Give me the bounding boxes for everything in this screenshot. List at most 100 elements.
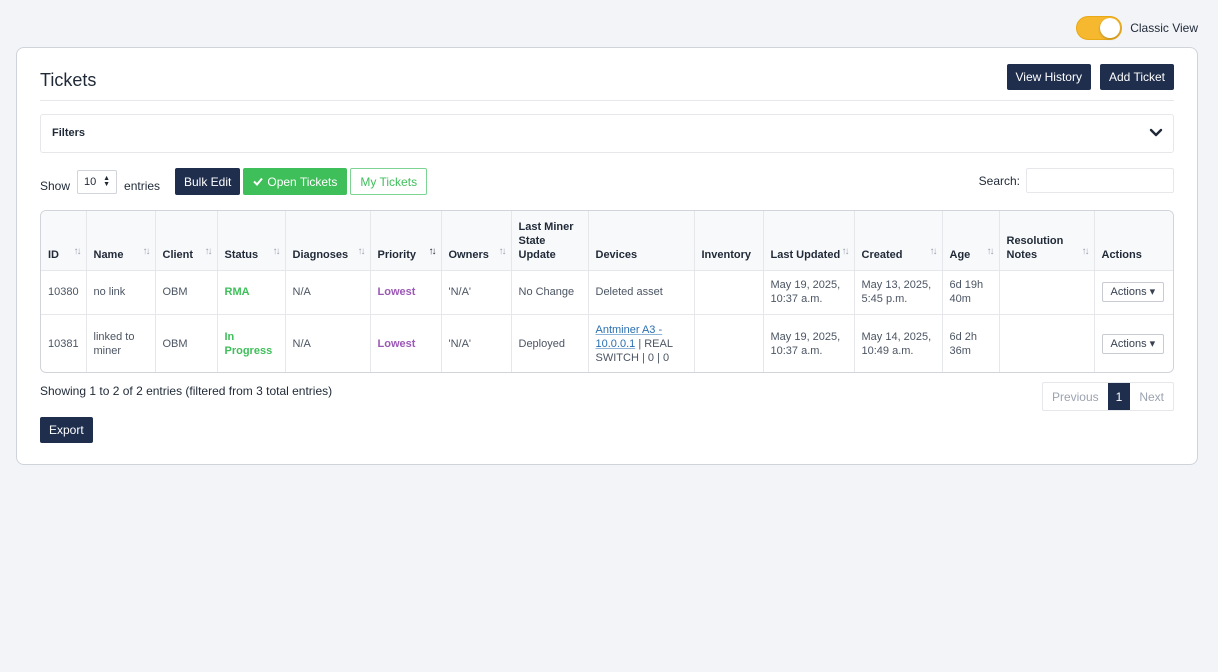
sort-icon: ↑↓	[986, 246, 995, 257]
add-ticket-button[interactable]: Add Ticket	[1099, 64, 1174, 90]
cell-last-miner-state: No Change	[511, 270, 589, 315]
sort-icon: ↑↓	[142, 246, 151, 257]
col-header-actions: Actions	[1094, 211, 1173, 271]
column-label: Devices	[595, 248, 638, 261]
entries-select-value: 10	[84, 176, 97, 188]
col-header-inventory: Inventory	[694, 211, 764, 271]
sort-icon: ↑↓	[357, 246, 366, 257]
cell-age: 6d 2h 36m	[942, 314, 1000, 372]
classic-view-toggle-wrap: Classic View	[1076, 16, 1198, 40]
col-header-priority[interactable]: Priority ↑↓	[370, 211, 442, 271]
cell-inventory	[694, 270, 764, 315]
col-header-resolution-notes[interactable]: Resolution Notes ↑↓	[999, 211, 1095, 271]
cell-id: 10381	[41, 314, 87, 372]
open-tickets-button[interactable]: Open Tickets	[243, 168, 348, 195]
cell-inventory	[694, 314, 764, 372]
entries-select[interactable]: 10 ▲ ▼	[77, 170, 118, 194]
tickets-table: ID ↑↓ Name ↑↓ Client ↑↓ Status ↑↓ Diagnoses ↑…	[41, 211, 1173, 372]
column-label: Diagnoses	[292, 248, 349, 261]
actions-label: Actions	[1110, 286, 1147, 298]
col-header-name[interactable]: Name ↑↓	[86, 211, 156, 271]
cell-owners: 'N/A'	[441, 314, 512, 372]
column-label: ID	[48, 248, 59, 261]
column-label: Status	[224, 248, 259, 261]
table-row[interactable]: 10381 linked to miner OBM In Progress N/…	[41, 314, 1173, 372]
page-title: Tickets	[40, 70, 97, 90]
col-header-id[interactable]: ID ↑↓	[41, 211, 87, 271]
cell-diagnoses: N/A	[285, 314, 371, 372]
col-header-diagnoses[interactable]: Diagnoses ↑↓	[285, 211, 371, 271]
search-input[interactable]	[1026, 168, 1174, 193]
col-header-client[interactable]: Client ↑↓	[155, 211, 218, 271]
cell-created: May 13, 2025, 5:45 p.m.	[854, 270, 943, 315]
column-label: Created	[861, 248, 903, 261]
col-header-owners[interactable]: Owners ↑↓	[441, 211, 512, 271]
toggle-knob	[1100, 18, 1121, 38]
filters-panel[interactable]: Filters	[40, 114, 1174, 153]
sort-icon: ↑↓	[204, 246, 213, 257]
entries-label: entries	[124, 179, 161, 193]
card-header: Tickets View History Add Ticket	[40, 64, 1174, 101]
entries-length: Show 10 ▲ ▼ entries	[40, 170, 161, 198]
device-text: Deleted asset	[595, 286, 663, 298]
tickets-table-wrap: ID ↑↓ Name ↑↓ Client ↑↓ Status ↑↓ Diagnoses ↑…	[40, 210, 1174, 373]
cell-client: OBM	[155, 270, 218, 315]
pagination-page-1[interactable]: 1	[1107, 383, 1131, 410]
sort-icon: ↑↓	[73, 246, 82, 257]
cell-owners: 'N/A'	[441, 270, 512, 315]
sort-icon: ↑↓	[1081, 246, 1090, 257]
column-label: Name	[93, 248, 124, 261]
col-header-created[interactable]: Created ↑↓	[854, 211, 943, 271]
column-label: Actions	[1101, 248, 1142, 261]
col-header-last-updated[interactable]: Last Updated ↑↓	[763, 211, 855, 271]
actions-dropdown-button[interactable]: Actions ▾	[1101, 282, 1165, 302]
pagination-previous[interactable]: Previous	[1043, 383, 1108, 410]
column-label: Age	[949, 248, 971, 261]
search-box: Search:	[979, 168, 1174, 193]
cell-devices: Antminer A3 - 10.0.0.1 | REAL SWITCH | 0…	[588, 314, 695, 372]
cell-actions: Actions ▾	[1094, 270, 1173, 315]
sort-icon: ↑↓	[498, 246, 507, 257]
open-tickets-label: Open Tickets	[267, 174, 338, 189]
cell-priority: Lowest	[370, 314, 442, 372]
filters-label: Filters	[52, 127, 86, 139]
cell-priority: Lowest	[370, 270, 442, 315]
check-icon	[253, 177, 264, 186]
cell-client: OBM	[155, 314, 218, 372]
cell-name: linked to miner	[86, 314, 156, 372]
pagination-next[interactable]: Next	[1130, 383, 1173, 410]
caret-down-icon: ▾	[1149, 337, 1156, 350]
cell-devices: Deleted asset	[588, 270, 695, 315]
tickets-card: Tickets View History Add Ticket Filters …	[16, 47, 1198, 465]
column-label: Client	[162, 248, 194, 261]
table-header-row: ID ↑↓ Name ↑↓ Client ↑↓ Status ↑↓ Diagnoses ↑…	[41, 211, 1173, 271]
export-button[interactable]: Export	[40, 417, 93, 443]
cell-id: 10380	[41, 270, 87, 315]
show-label: Show	[40, 179, 71, 193]
column-label: Last Miner State Update	[518, 220, 574, 261]
actions-label: Actions	[1110, 337, 1147, 350]
column-label: Resolution Notes	[1006, 234, 1064, 261]
table-row[interactable]: 10380 no link OBM RMA N/A Lowest 'N/A' N…	[41, 270, 1173, 315]
view-history-button[interactable]: View History	[1006, 64, 1091, 90]
col-header-status[interactable]: Status ↑↓	[217, 211, 286, 271]
sort-desc-icon: ↑↓	[428, 246, 437, 257]
table-info: Showing 1 to 2 of 2 entries (filtered fr…	[40, 384, 333, 398]
classic-view-toggle[interactable]	[1076, 16, 1123, 40]
pagination: Previous 1 Next	[1041, 382, 1174, 411]
cell-last-updated: May 19, 2025, 10:37 a.m.	[763, 314, 855, 372]
classic-view-label: Classic View	[1130, 21, 1198, 35]
column-label: Priority	[377, 248, 417, 261]
cell-name: no link	[86, 270, 156, 315]
chevron-down-icon[interactable]	[1149, 128, 1163, 138]
cell-resolution-notes	[999, 314, 1095, 372]
col-header-age[interactable]: Age ↑↓	[942, 211, 1000, 271]
cell-resolution-notes	[999, 270, 1095, 315]
actions-dropdown-button[interactable]: Actions ▾	[1101, 333, 1165, 354]
col-header-devices: Devices	[588, 211, 695, 271]
cell-status: In Progress	[217, 314, 286, 372]
my-tickets-button[interactable]: My Tickets	[350, 168, 428, 195]
cell-last-updated: May 19, 2025, 10:37 a.m.	[763, 270, 855, 315]
bulk-edit-button[interactable]: Bulk Edit	[175, 168, 241, 195]
column-label: Inventory	[701, 248, 752, 261]
